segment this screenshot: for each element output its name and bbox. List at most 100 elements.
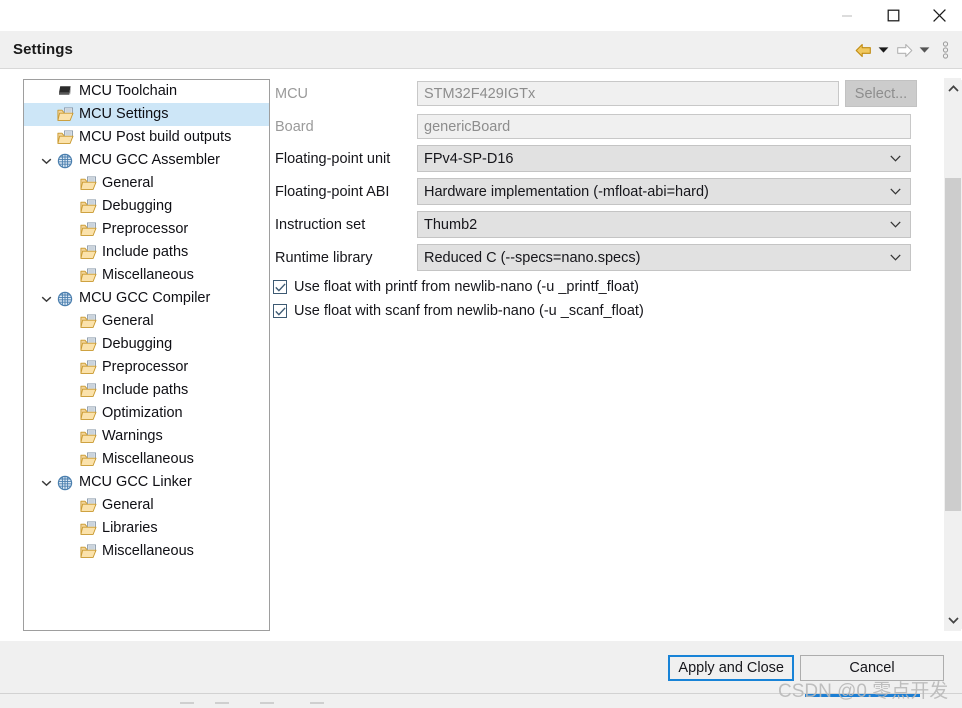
folder-icon — [78, 402, 98, 425]
chevron-down-icon — [919, 47, 930, 53]
fpu-row: Floating-point unit FPv4-SP-D16 — [271, 145, 930, 172]
tree-item-miscellaneous[interactable]: Miscellaneous — [24, 264, 269, 287]
back-navigation-button[interactable] — [852, 38, 874, 62]
chevron-down-icon — [41, 296, 51, 302]
tree-item-label: MCU GCC Assembler — [79, 152, 220, 168]
header-toolbar — [852, 31, 956, 69]
cancel-button[interactable]: Cancel — [800, 655, 944, 681]
forward-history-dropdown[interactable] — [917, 38, 932, 62]
fp-abi-value: Hardware implementation (-mfloat-abi=har… — [424, 183, 709, 200]
dialog-body: MCU Toolchain MCU Settings MCU Post build … — [0, 69, 962, 641]
tree-item-mcu-gcc-compiler[interactable]: MCU GCC Compiler — [24, 287, 269, 310]
tree-item-preprocessor[interactable]: Preprocessor — [24, 356, 269, 379]
tree-item-include-paths[interactable]: Include paths — [24, 379, 269, 402]
tree-item-optimization[interactable]: Optimization — [24, 402, 269, 425]
apply-and-close-button[interactable]: Apply and Close — [668, 655, 794, 681]
chevron-down-icon — [890, 179, 901, 204]
folder-icon — [79, 406, 96, 420]
scrollbar-track[interactable] — [944, 98, 962, 611]
tree-item-general[interactable]: General — [24, 310, 269, 333]
tree-item-label: Include paths — [102, 244, 189, 260]
close-button[interactable] — [916, 0, 962, 31]
folder-icon — [78, 517, 98, 540]
tree-item-mcu-gcc-linker[interactable]: MCU GCC Linker — [24, 471, 269, 494]
chevron-down-icon — [890, 212, 901, 237]
folder-icon — [79, 314, 96, 328]
folder-icon — [78, 241, 98, 264]
instruction-set-combobox[interactable]: Thumb2 — [417, 211, 911, 238]
tree-item-mcu-gcc-assembler[interactable]: MCU GCC Assembler — [24, 149, 269, 172]
folder-icon — [55, 103, 75, 126]
tree-item-mcu-settings[interactable]: MCU Settings — [24, 103, 269, 126]
mcu-input[interactable] — [417, 81, 839, 106]
fpu-label: Floating-point unit — [275, 150, 391, 167]
settings-dialog-window: Settings MCU Toolchain MCU Settings MCU … — [0, 0, 962, 708]
folder-icon — [79, 199, 96, 213]
tree-expander-placeholder — [37, 126, 55, 149]
mcu-select-button[interactable]: Select... — [845, 80, 917, 107]
tree-item-miscellaneous[interactable]: Miscellaneous — [24, 448, 269, 471]
tree-expander-placeholder — [60, 172, 78, 195]
tree-expander-icon[interactable] — [37, 149, 55, 172]
folder-icon — [79, 360, 96, 374]
fpu-combobox[interactable]: FPv4-SP-D16 — [417, 145, 911, 172]
minimize-button[interactable] — [824, 0, 870, 31]
minimize-icon — [842, 14, 852, 17]
scrollbar-thumb[interactable] — [945, 178, 961, 511]
tree-item-debugging[interactable]: Debugging — [24, 195, 269, 218]
gear-disc-icon — [57, 291, 73, 306]
tree-item-mcu-post-build-outputs[interactable]: MCU Post build outputs — [24, 126, 269, 149]
tree-item-label: MCU Settings — [79, 106, 169, 122]
printf-float-checkbox-row[interactable]: Use float with printf from newlib-nano (… — [273, 276, 639, 298]
view-menu-button[interactable] — [934, 38, 956, 62]
tree-item-label: MCU Post build outputs — [79, 129, 232, 145]
back-navigation-icon — [855, 43, 871, 57]
tree-item-debugging[interactable]: Debugging — [24, 333, 269, 356]
tree-expander-icon[interactable] — [37, 287, 55, 310]
printf-float-checkbox[interactable] — [273, 280, 287, 294]
chevron-down-icon — [890, 146, 901, 171]
tree-item-warnings[interactable]: Warnings — [24, 425, 269, 448]
forward-navigation-button[interactable] — [893, 38, 915, 62]
back-history-dropdown[interactable] — [876, 38, 891, 62]
folder-icon — [79, 429, 96, 443]
tree-expander-placeholder — [37, 103, 55, 126]
board-input[interactable] — [417, 114, 911, 139]
tree-item-libraries[interactable]: Libraries — [24, 517, 269, 540]
runtime-library-combobox[interactable]: Reduced C (--specs=nano.specs) — [417, 244, 911, 271]
tree-item-preprocessor[interactable]: Preprocessor — [24, 218, 269, 241]
tree-item-label: General — [102, 313, 154, 329]
gear-disc-icon — [57, 153, 73, 168]
folder-icon — [78, 172, 98, 195]
folder-icon — [56, 130, 73, 144]
tree-expander-placeholder — [60, 517, 78, 540]
folder-icon — [79, 245, 96, 259]
tree-item-miscellaneous[interactable]: Miscellaneous — [24, 540, 269, 563]
scanf-float-checkbox-row[interactable]: Use float with scanf from newlib-nano (-… — [273, 300, 644, 322]
scanf-float-checkbox[interactable] — [273, 304, 287, 318]
tree-expander-placeholder — [60, 356, 78, 379]
scroll-up-button[interactable] — [944, 80, 962, 98]
scroll-down-button[interactable] — [944, 611, 962, 629]
tree-item-label: Miscellaneous — [102, 267, 194, 283]
tree-expander-icon[interactable] — [37, 471, 55, 494]
tree-expander-placeholder — [60, 425, 78, 448]
fp-abi-combobox[interactable]: Hardware implementation (-mfloat-abi=har… — [417, 178, 911, 205]
tree-item-label: General — [102, 175, 154, 191]
folder-icon — [79, 268, 96, 282]
folder-icon — [78, 310, 98, 333]
tree-item-general[interactable]: General — [24, 172, 269, 195]
settings-tree[interactable]: MCU Toolchain MCU Settings MCU Post build … — [23, 79, 270, 631]
tree-item-mcu-toolchain[interactable]: MCU Toolchain — [24, 80, 269, 103]
background-tick — [180, 702, 194, 704]
settings-vertical-scrollbar[interactable] — [943, 78, 962, 631]
maximize-button[interactable] — [870, 0, 916, 31]
tree-item-label: Optimization — [102, 405, 183, 421]
mcu-settings-form: MCU Select... Board Floating-point unit … — [271, 69, 930, 629]
tree-item-include-paths[interactable]: Include paths — [24, 241, 269, 264]
mcu-row: MCU Select... — [271, 80, 930, 107]
instruction-set-row: Instruction set Thumb2 — [271, 211, 930, 238]
mcu-label: MCU — [275, 85, 309, 102]
tree-expander-placeholder — [60, 241, 78, 264]
tree-item-general[interactable]: General — [24, 494, 269, 517]
